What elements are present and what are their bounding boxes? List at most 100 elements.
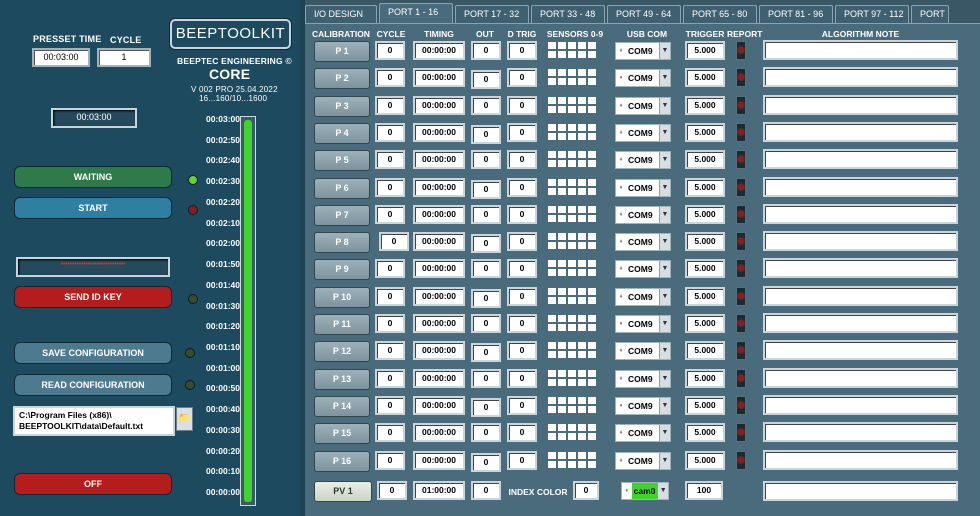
sensor-cell[interactable] xyxy=(588,105,596,113)
sensor-cell[interactable] xyxy=(588,405,596,413)
sensor-cell[interactable] xyxy=(588,269,596,277)
algorithm-note-field[interactable] xyxy=(763,121,958,142)
sensors-grid[interactable] xyxy=(548,396,596,413)
report-led-icon[interactable] xyxy=(736,232,746,252)
dtrig-field[interactable]: 0 xyxy=(507,204,537,224)
tab-port-4[interactable]: PORT 49 - 64 xyxy=(607,5,681,24)
sensor-cell[interactable] xyxy=(558,78,566,86)
sensor-cell[interactable] xyxy=(588,132,596,140)
tab-port-6[interactable]: PORT 81 - 96 xyxy=(759,5,833,24)
out-field[interactable]: 0 xyxy=(471,179,501,199)
trigger-field[interactable]: 5.000 xyxy=(685,150,725,170)
out-field[interactable]: 0 xyxy=(471,234,501,254)
cycle-field[interactable]: 1 xyxy=(97,48,151,67)
send-id-key-button[interactable]: SEND ID KEY xyxy=(14,286,172,308)
sensor-cell[interactable] xyxy=(558,433,566,441)
sensor-cell[interactable] xyxy=(568,214,576,222)
usb-com-select[interactable]: ♦ COM9 ▼ xyxy=(615,424,671,443)
sensor-cell[interactable] xyxy=(578,260,586,268)
sensor-cell[interactable] xyxy=(568,424,576,432)
sensor-cell[interactable] xyxy=(578,287,586,295)
config-path-field[interactable]: C:\Program Files (x86)\ BEEPTOOLKIT\data… xyxy=(13,406,175,436)
calibration-button[interactable]: P 6 xyxy=(314,177,370,199)
sensor-cell[interactable] xyxy=(548,178,556,186)
cycle-field[interactable]: 0 xyxy=(379,232,409,252)
sensor-cell[interactable] xyxy=(588,214,596,222)
timing-field[interactable]: 00:00:00 xyxy=(413,259,465,279)
sensors-grid[interactable] xyxy=(548,123,596,140)
sensor-cell[interactable] xyxy=(578,460,586,468)
sensor-cell[interactable] xyxy=(558,178,566,186)
sensor-cell[interactable] xyxy=(548,287,556,295)
sensor-cell[interactable] xyxy=(588,378,596,386)
trigger-field[interactable]: 5.000 xyxy=(685,232,725,252)
trigger-field[interactable]: 5.000 xyxy=(685,122,725,142)
sensor-cell[interactable] xyxy=(558,205,566,213)
cycle-field[interactable]: 0 xyxy=(375,423,405,443)
cycle-field[interactable]: 0 xyxy=(375,395,405,415)
pv-note-field[interactable] xyxy=(763,481,958,501)
sensor-cell[interactable] xyxy=(548,351,556,359)
sensor-cell[interactable] xyxy=(568,315,576,322)
sensor-cell[interactable] xyxy=(588,433,596,441)
algorithm-note-field[interactable] xyxy=(763,231,958,252)
dtrig-field[interactable]: 0 xyxy=(507,450,537,470)
sensor-cell[interactable] xyxy=(558,424,566,432)
sensor-cell[interactable] xyxy=(578,160,586,168)
out-field[interactable]: 0 xyxy=(471,288,501,308)
sensor-cell[interactable] xyxy=(548,160,556,168)
sensor-cell[interactable] xyxy=(578,378,586,386)
sensor-cell[interactable] xyxy=(558,214,566,222)
sensor-cell[interactable] xyxy=(588,324,596,331)
sensor-cell[interactable] xyxy=(548,378,556,386)
algorithm-note-field[interactable] xyxy=(763,394,958,415)
sensor-cell[interactable] xyxy=(588,42,596,49)
sensor-cell[interactable] xyxy=(548,269,556,277)
cycle-field[interactable]: 0 xyxy=(375,450,405,470)
sensor-cell[interactable] xyxy=(568,123,576,131)
sensor-cell[interactable] xyxy=(568,242,576,250)
sensor-cell[interactable] xyxy=(568,187,576,195)
dtrig-field[interactable]: 0 xyxy=(507,259,537,279)
cam-select[interactable]: ♦ cam0 ▼ xyxy=(621,482,669,500)
trigger-field[interactable]: 5.000 xyxy=(685,95,725,115)
trigger-field[interactable]: 5.000 xyxy=(685,68,725,88)
dtrig-field[interactable]: 0 xyxy=(507,286,537,306)
algorithm-note-field[interactable] xyxy=(763,313,958,333)
dtrig-field[interactable]: 0 xyxy=(507,232,537,252)
sensor-cell[interactable] xyxy=(548,105,556,113)
timing-field[interactable]: 00:00:00 xyxy=(413,423,465,443)
tab-port-5[interactable]: PORT 65 - 80 xyxy=(683,5,757,24)
algorithm-note-field[interactable] xyxy=(763,94,958,115)
pv-timing-field[interactable]: 01:00:00 xyxy=(413,481,465,500)
sensor-cell[interactable] xyxy=(578,132,586,140)
sensor-cell[interactable] xyxy=(568,178,576,186)
calibration-button[interactable]: P 5 xyxy=(314,150,370,172)
sensor-cell[interactable] xyxy=(568,132,576,140)
report-led-icon[interactable] xyxy=(736,150,746,170)
sensor-cell[interactable] xyxy=(548,405,556,413)
timing-field[interactable]: 00:00:00 xyxy=(413,68,465,88)
cycle-field[interactable]: 0 xyxy=(375,150,405,170)
dtrig-field[interactable]: 0 xyxy=(507,368,537,388)
timing-field[interactable]: 00:00:00 xyxy=(413,232,465,252)
algorithm-note-field[interactable] xyxy=(763,40,958,60)
sensor-cell[interactable] xyxy=(568,324,576,331)
sensor-cell[interactable] xyxy=(578,369,586,377)
sensors-grid[interactable] xyxy=(548,369,596,386)
sensor-cell[interactable] xyxy=(548,396,556,404)
out-field[interactable]: 0 xyxy=(471,423,501,443)
sensor-cell[interactable] xyxy=(558,160,566,168)
report-led-icon[interactable] xyxy=(736,259,746,279)
out-field[interactable]: 0 xyxy=(471,124,501,144)
sensor-cell[interactable] xyxy=(588,51,596,58)
sensors-grid[interactable] xyxy=(548,151,596,168)
sensor-cell[interactable] xyxy=(588,123,596,131)
start-button[interactable]: START xyxy=(14,197,172,219)
timing-field[interactable]: 00:00:00 xyxy=(413,341,465,361)
algorithm-note-field[interactable] xyxy=(763,449,958,470)
sensor-cell[interactable] xyxy=(558,315,566,322)
sensor-cell[interactable] xyxy=(578,315,586,322)
calibration-button[interactable]: P 11 xyxy=(314,314,370,335)
algorithm-note-field[interactable] xyxy=(763,203,958,224)
